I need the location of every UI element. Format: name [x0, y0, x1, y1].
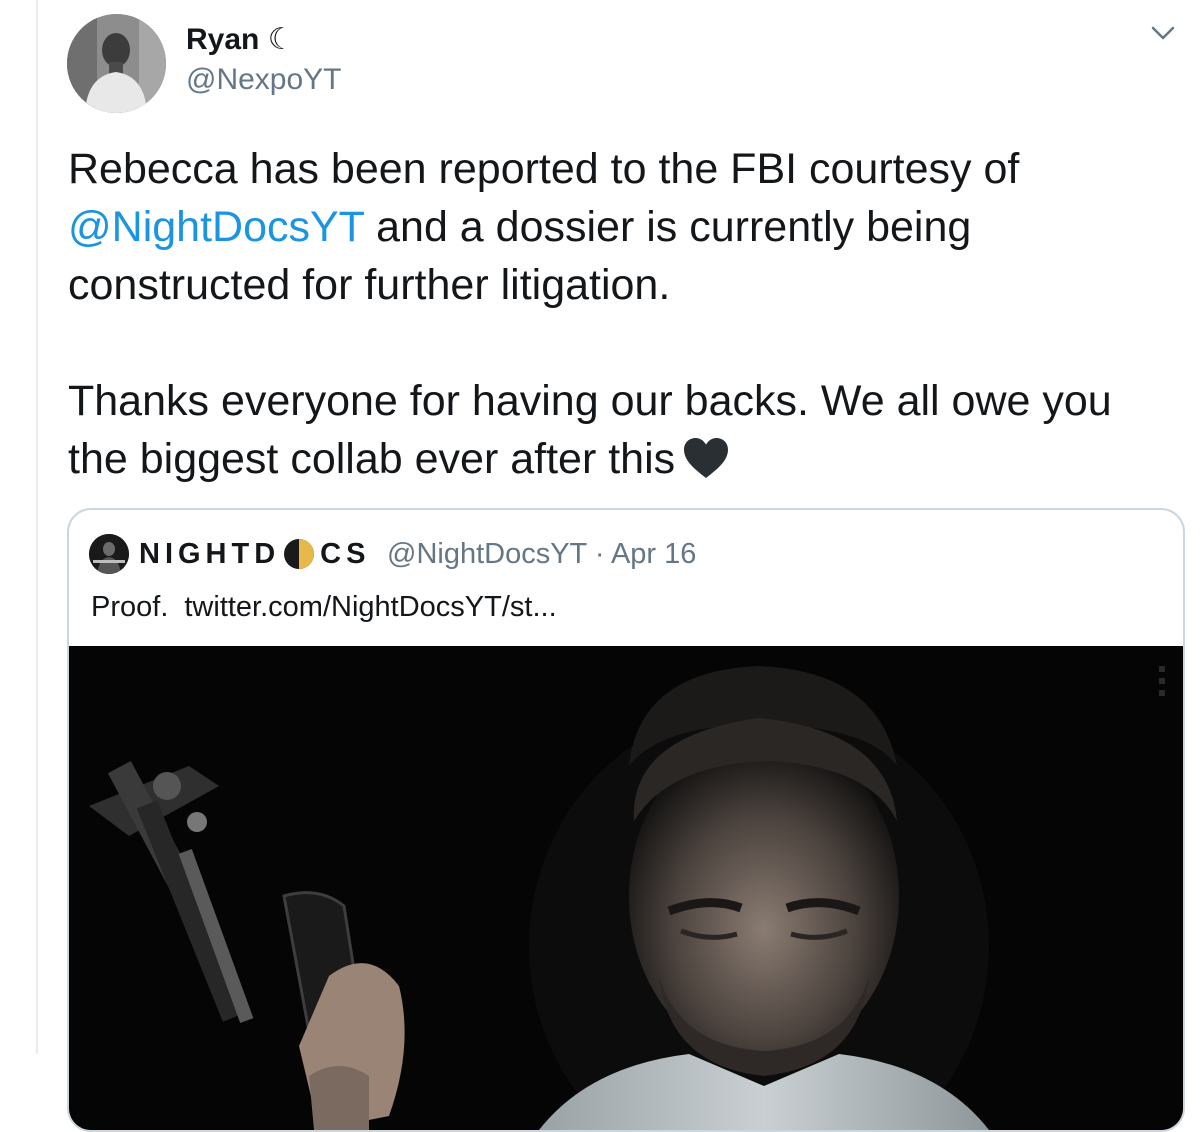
mention-link[interactable]: @NightDocsYT — [68, 203, 364, 251]
quoted-media-video[interactable] — [69, 646, 1183, 1130]
tweet-text-part: Rebecca has been reported to the FBI cou… — [68, 145, 1020, 193]
quoted-tweet-card[interactable]: NIGHTD CS @NightDocsYT · Apr 16 Proof. twi… — [67, 508, 1185, 1132]
quoted-text-prefix: Proof. — [91, 591, 169, 623]
tweet-paragraph-2: Thanks everyone for having our backs. We… — [68, 372, 1178, 488]
video-frame-image — [69, 646, 1183, 1130]
tweet-text: Rebecca has been reported to the FBI cou… — [68, 140, 1178, 488]
timeline-rule — [36, 0, 38, 1054]
quoted-name-part: CS — [320, 537, 371, 570]
quoted-date[interactable]: Apr 16 — [611, 538, 696, 570]
author-avatar-image — [67, 14, 166, 113]
quoted-author-handle[interactable]: @NightDocsYT — [387, 538, 587, 570]
tweet-paragraph-1: Rebecca has been reported to the FBI cou… — [68, 140, 1178, 314]
tweet-text-part: Thanks everyone for having our backs. We… — [68, 377, 1112, 483]
quoted-author-name[interactable]: NIGHTD CS — [139, 534, 370, 574]
separator-dot: · — [594, 538, 605, 570]
chevron-down-icon[interactable] — [1150, 24, 1176, 42]
quoted-link[interactable]: twitter.com/NightDocsYT/st... — [184, 591, 556, 623]
quoted-avatar-image — [89, 534, 129, 574]
half-moon-icon — [284, 539, 315, 569]
quoted-meta: @NightDocsYT · Apr 16 — [387, 534, 696, 574]
author-name[interactable]: Ryan ☾ — [186, 22, 295, 58]
quoted-tweet-text: Proof. twitter.com/NightDocsYT/st... — [91, 588, 557, 626]
author-avatar[interactable] — [67, 14, 166, 113]
quoted-author-avatar[interactable] — [89, 534, 129, 574]
black-heart-icon — [684, 438, 729, 478]
quoted-name-part: NIGHTD — [139, 537, 281, 570]
author-handle[interactable]: @NexpoYT — [186, 62, 342, 98]
